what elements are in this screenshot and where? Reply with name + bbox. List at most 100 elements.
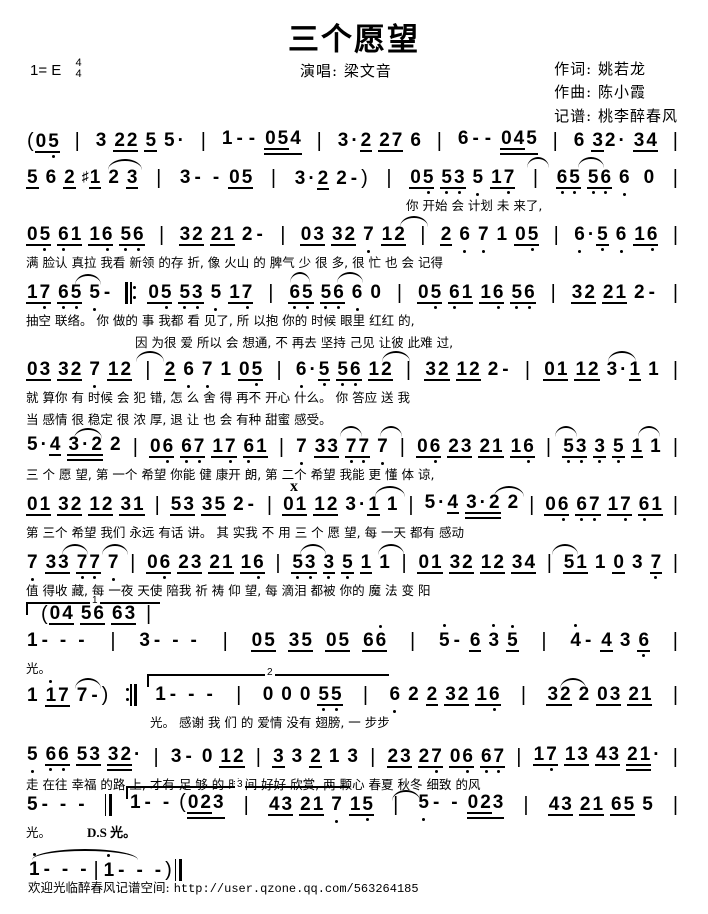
- barline: [669, 794, 682, 817]
- footer-url[interactable]: http://user.qzone.qq.com/563264185: [174, 882, 419, 896]
- measure: 6 3 2 · 3 4: [573, 130, 658, 152]
- barline: [669, 224, 682, 247]
- barline: [550, 224, 563, 247]
- credits-block: 作词: 姚若龙 作曲: 陈小霞 记谱: 桃李醉春风: [554, 58, 678, 128]
- measure: 3220321: [546, 684, 653, 706]
- barline: [267, 167, 280, 190]
- barline: [383, 167, 396, 190]
- barline: [197, 130, 210, 153]
- composer-credit: 作曲: 陈小霞: [554, 83, 646, 102]
- measure: 3--05: [179, 167, 254, 189]
- measure: 1--054: [221, 128, 302, 155]
- barline: [263, 494, 276, 517]
- barline: [405, 494, 418, 517]
- measure: 5---: [27, 794, 85, 815]
- measure: 533511: [562, 436, 661, 463]
- barline: [276, 224, 289, 247]
- barline: [106, 630, 119, 653]
- key-label: 1= E: [30, 62, 62, 80]
- measure: 06232116: [416, 436, 535, 463]
- music-system-11: 5665332· 3-012 33213 23270667 17134321· …: [0, 742, 708, 794]
- measure: 05611656: [417, 282, 536, 309]
- volta-number: 3: [235, 779, 245, 790]
- lyric-row: 三 个 愿 望, 第 一个 希望 你能 健 康开 朗, 第 二个 希望 我能 更…: [26, 466, 435, 482]
- measure: 5 6 6 5 3 3 2 ·: [26, 744, 142, 773]
- measure: 01321231: [26, 494, 145, 516]
- barline: [232, 684, 245, 707]
- measure: 533511: [291, 552, 390, 579]
- sheet-music-page: 三个愿望 1= E 4 4 演唱: 梁文音 作词: 姚若龙 作曲: 陈小霞 记谱…: [0, 0, 708, 914]
- barline: [549, 130, 562, 153]
- music-system-7: x 01321231 53352- 01123·11 5·43·22 06671…: [0, 478, 708, 542]
- barline: [398, 552, 411, 575]
- barline: [142, 603, 155, 626]
- barline: [151, 494, 164, 517]
- measure: 01321234: [417, 552, 537, 574]
- note-row: 562♯123 3--05 3·22-) 0553517 655660: [0, 163, 708, 196]
- measure: 4321655: [547, 794, 653, 816]
- lyric-row-verse1: 就 算你 有 时候 会 犯 错, 怎 么 舍 得 再不 开心 什么。 你 答应 …: [26, 389, 411, 405]
- measure: 32122-: [424, 359, 509, 381]
- note-row: 1177-) 1--- 00055 6223216 3220321: [0, 679, 708, 713]
- measure: 06671761: [149, 436, 268, 463]
- barline: [71, 130, 84, 153]
- measure: 733777: [27, 552, 119, 581]
- barline: [669, 359, 682, 382]
- note-row: 5·43·22 06671761 733777 06232116 533511: [0, 432, 708, 465]
- lyric-row: 你 开始 会 计划 未 来了,: [406, 197, 543, 213]
- barline: [406, 630, 419, 653]
- music-system-10: 2 1177-) 1--- 00055 6223216 3220321 光。 感…: [0, 667, 708, 732]
- barline: [669, 436, 682, 459]
- barline: [669, 684, 682, 707]
- key-signature: 1= E 4 4: [30, 57, 82, 80]
- measure: 6 · 5 6 1 6: [574, 224, 659, 253]
- music-system-1: (05 32255· 1--054 3·2276 6--045 632·34: [0, 126, 708, 158]
- footer: 欢迎光临醉春风记谱空间: http://user.qzone.qq.com/56…: [28, 877, 419, 896]
- measure: 6223216: [389, 684, 501, 713]
- barline: [252, 746, 265, 769]
- measure: (0 5: [27, 129, 60, 158]
- barline: [669, 630, 682, 653]
- music-system-6: 5·43·22 06671761 733777 06232116 533511 …: [0, 426, 708, 484]
- barline: [313, 130, 326, 153]
- music-system-12: 3 5--- 1--(023 4321715 5--023 4321655 光。…: [0, 779, 708, 842]
- measure: 1- -(0 2 3: [129, 791, 225, 819]
- measure: 267105: [163, 359, 264, 388]
- barline: [141, 359, 154, 382]
- barline: [240, 794, 253, 817]
- measure: 3---: [139, 630, 197, 651]
- measure: 06671761: [544, 494, 663, 521]
- measure: 00055: [262, 684, 343, 711]
- pickup-note-row: (0 4 5 6 6 3: [0, 602, 708, 626]
- repeat-end-sign: [125, 684, 138, 706]
- barline: [669, 130, 682, 153]
- measure: 4321715: [267, 794, 374, 823]
- barline: [525, 494, 538, 517]
- barline: [669, 494, 682, 517]
- measure: 5 · 4 3 · 2 2: [424, 492, 520, 519]
- double-barline: [103, 794, 114, 816]
- barline: [219, 630, 232, 653]
- barline: [272, 552, 285, 575]
- barline: [538, 630, 551, 653]
- barline: [547, 282, 560, 305]
- lyric-segment-first: 光。: [26, 824, 52, 840]
- measure: 733777: [296, 436, 388, 465]
- measure: 1 1 7 7-): [27, 679, 109, 707]
- music-system-2: 562♯123 3--05 3·22-) 0553517 655660 你 开始…: [0, 157, 708, 215]
- music-system-8: 733777 06232116 533511 01321234 511037 值…: [0, 544, 708, 600]
- note-row: 17655- 0553517 655660 05611656 32212-: [0, 278, 708, 311]
- music-system-4: 17655- 0553517 655660 05611656 32212- 抽空…: [0, 272, 708, 352]
- music-system-9: 1 (045663 1--- 3--- 05350566 5-635 4-436…: [0, 595, 708, 678]
- note-row: 01321231 53352- 01123·11 5·43·22 0667176…: [0, 490, 708, 521]
- barline: [152, 167, 165, 190]
- measure: 17655-: [26, 282, 111, 311]
- measure: 3 · 2 2-): [294, 166, 368, 190]
- barline: [433, 130, 446, 153]
- note-row: 0332712 267105 6·55612 32122- 01123·11: [0, 355, 708, 388]
- barline: [669, 282, 682, 305]
- measure: 0 1 1 2 3 · 1 1: [282, 494, 398, 516]
- barline: [273, 359, 286, 382]
- measure: 511037: [562, 552, 663, 579]
- repeat-start-sign: [124, 282, 137, 304]
